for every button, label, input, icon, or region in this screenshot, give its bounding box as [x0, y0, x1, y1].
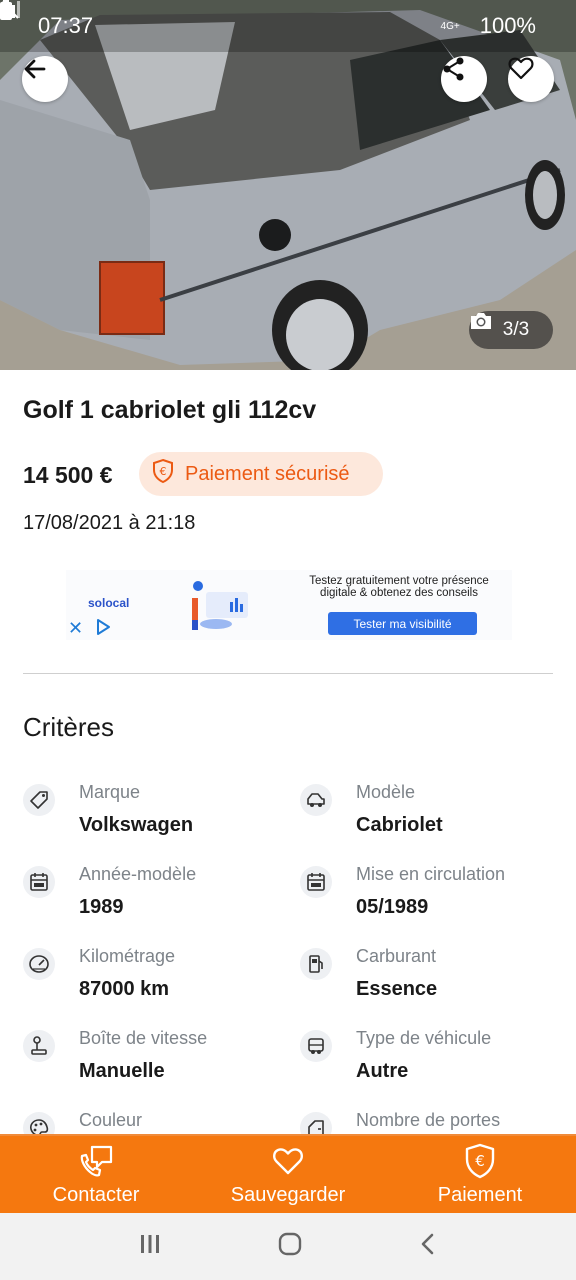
- criteria-value: Volkswagen: [79, 814, 194, 836]
- ad-text: Testez gratuitement votre présence digit…: [309, 575, 489, 599]
- payment-label: Paiement: [437, 1184, 523, 1206]
- listing-photo[interactable]: 07:37 4G+ 100% 3/3: [0, 0, 576, 370]
- tag-icon: [23, 784, 55, 816]
- criteria-value: Cabriolet: [356, 814, 443, 836]
- svg-text:€: €: [475, 1152, 485, 1170]
- criteria-value: Manuelle: [79, 1060, 165, 1082]
- status-bar: 07:37 4G+ 100%: [0, 0, 576, 52]
- contact-button[interactable]: Contacter: [16, 1142, 176, 1207]
- vehicle-type-icon: [300, 1030, 332, 1062]
- criteria-item-carburant: Carburant Essence: [300, 946, 560, 1016]
- save-label: Sauvegarder: [230, 1184, 346, 1206]
- ad-illustration: [186, 576, 256, 636]
- favorite-button[interactable]: [508, 56, 554, 102]
- ad-close-icon[interactable]: ✕: [68, 618, 83, 639]
- criteria-label: Année-modèle: [79, 864, 197, 884]
- ad-cta-button[interactable]: Tester ma visibilité: [328, 612, 477, 635]
- chat-phone-icon: [16, 1142, 176, 1180]
- criteria-item-modele: Modèle Cabriolet: [300, 782, 560, 852]
- save-button[interactable]: Sauvegarder: [208, 1142, 368, 1207]
- photo-counter[interactable]: 3/3: [469, 311, 553, 349]
- criteria-label: Modèle: [356, 782, 416, 802]
- shield-euro-icon: €: [151, 458, 175, 490]
- recent-apps-icon[interactable]: [138, 1232, 162, 1261]
- speedometer-icon: [23, 948, 55, 980]
- secure-payment-label: Paiement sécurisé: [185, 462, 350, 485]
- criteria-value: Essence: [356, 978, 438, 1000]
- criteria-label: Mise en circulation: [356, 864, 506, 884]
- network-label: 4G+: [440, 20, 460, 32]
- criteria-value: 1989: [79, 896, 124, 918]
- adchoices-icon[interactable]: [94, 618, 112, 641]
- heart-icon: [208, 1142, 368, 1180]
- back-nav-icon[interactable]: [418, 1232, 438, 1261]
- back-button[interactable]: [22, 56, 68, 102]
- listing-price: 14 500 €: [23, 462, 113, 488]
- secure-payment-badge[interactable]: € Paiement sécurisé: [139, 452, 383, 496]
- bottom-action-bar: Contacter Sauvegarder € Paiement: [0, 1134, 576, 1213]
- criteria-label: Carburant: [356, 946, 437, 966]
- criteria-label: Couleur: [79, 1110, 143, 1130]
- criteria-label: Boîte de vitesse: [79, 1028, 208, 1048]
- status-icons: 4G+ 100%: [0, 0, 546, 39]
- divider: [23, 673, 553, 674]
- criteria-item-marque: Marque Volkswagen: [23, 782, 283, 852]
- shield-euro-icon: €: [400, 1142, 560, 1180]
- listing-date: 17/08/2021 à 21:18: [23, 512, 196, 534]
- criteria-label: Nombre de portes: [356, 1110, 501, 1130]
- contact-label: Contacter: [52, 1184, 140, 1206]
- criteria-item-mise-en-circulation: Mise en circulation 05/1989: [300, 864, 560, 934]
- gear-stick-icon: [23, 1030, 55, 1062]
- ad-brand: solocal: [88, 596, 130, 610]
- fuel-pump-icon: [300, 948, 332, 980]
- calendar-icon: [23, 866, 55, 898]
- calendar-icon: [300, 866, 332, 898]
- share-button[interactable]: [441, 56, 487, 102]
- car-icon: [300, 784, 332, 816]
- battery-label: 100%: [479, 13, 536, 38]
- criteria-label: Kilométrage: [79, 946, 176, 966]
- criteria-value: 87000 km: [79, 978, 170, 1000]
- home-icon[interactable]: [277, 1231, 303, 1262]
- criteria-value: 05/1989: [356, 896, 429, 918]
- criteria-label: Marque: [79, 782, 141, 802]
- listing-title: Golf 1 cabriolet gli 112cv: [23, 396, 317, 424]
- criteria-item-boite-de-vitesse: Boîte de vitesse Manuelle: [23, 1028, 283, 1098]
- criteria-value: Autre: [356, 1060, 409, 1082]
- svg-text:€: €: [160, 465, 167, 478]
- criteria-item-type-de-vehicule: Type de véhicule Autre: [300, 1028, 560, 1098]
- criteria-label: Type de véhicule: [356, 1028, 492, 1048]
- payment-button[interactable]: € Paiement: [400, 1142, 560, 1207]
- ad-banner[interactable]: solocal ✕ Testez gratuitement votre prés…: [66, 570, 512, 640]
- criteria-title: Critères: [23, 712, 115, 742]
- criteria-item-annee-modele: Année-modèle 1989: [23, 864, 283, 934]
- system-navigation-bar: [0, 1213, 576, 1280]
- criteria-item-kilometrage: Kilométrage 87000 km: [23, 946, 283, 1016]
- status-time: 07:37: [38, 13, 94, 38]
- photo-counter-label: 3/3: [502, 319, 530, 340]
